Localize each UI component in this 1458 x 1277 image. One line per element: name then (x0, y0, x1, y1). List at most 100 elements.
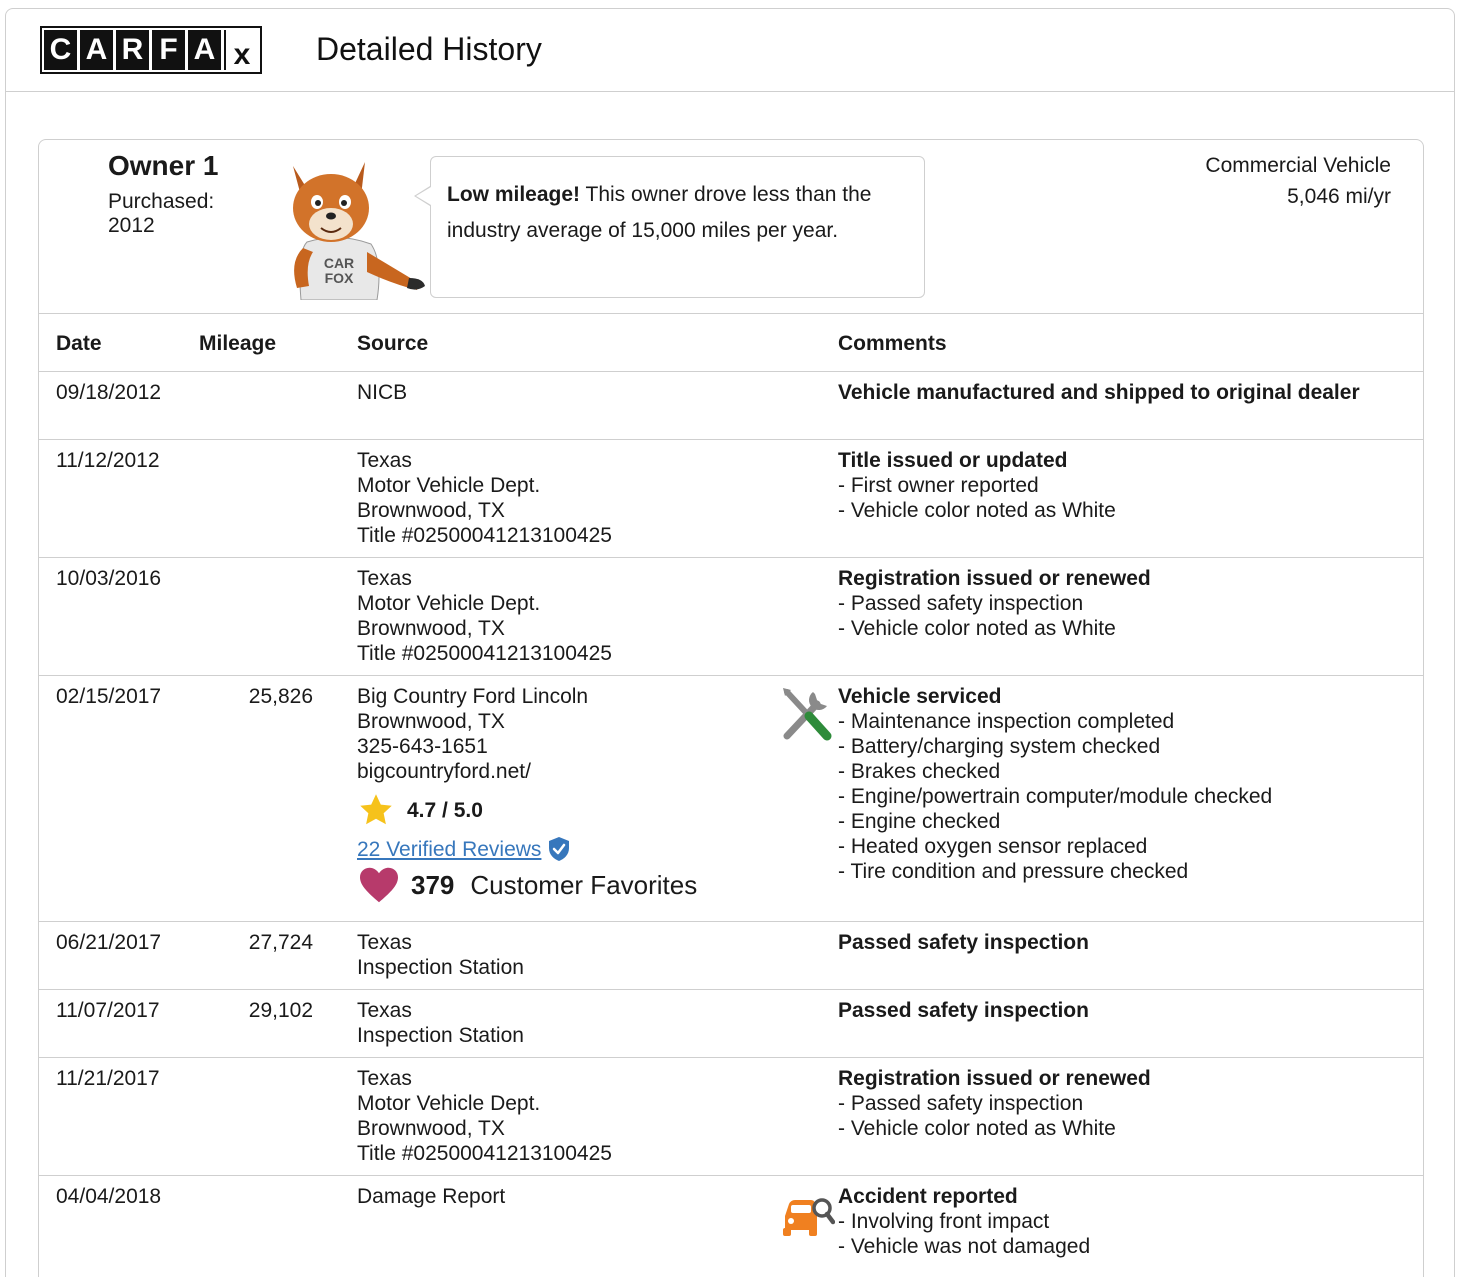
comment-head: Accident reported (838, 1185, 1018, 1208)
comment-line: - First owner reported (838, 474, 1039, 497)
table-row: 11/21/2017 Texas Motor Vehicle Dept. Bro… (39, 1058, 1423, 1176)
comment-head: Vehicle serviced (838, 685, 1002, 708)
row-source: Texas Motor Vehicle Dept. Brownwood, TX … (357, 448, 612, 548)
source-line: Texas (357, 567, 412, 590)
row-source: NICB (357, 380, 407, 405)
comment-line: - Engine checked (838, 810, 1001, 833)
row-comments: Passed safety inspection (838, 998, 1089, 1023)
source-line: Title #02500041213100425 (357, 642, 612, 665)
row-comments: Title issued or updated - First owner re… (838, 448, 1116, 523)
bubble-tail-inner (416, 187, 431, 205)
table-row: 06/21/2017 27,724 Texas Inspection Stati… (39, 922, 1423, 990)
comment-head: Passed safety inspection (838, 999, 1089, 1022)
row-source: Texas Inspection Station (357, 930, 524, 980)
low-mileage-bubble: Low mileage! This owner drove less than … (430, 156, 925, 298)
source-line: Title #02500041213100425 (357, 524, 612, 547)
history-table-header: Date Mileage Source Comments (39, 313, 1423, 372)
row-date: 06/21/2017 (56, 931, 162, 954)
owner-section: Owner 1 Purchased: 2012 CAR FOX Low mile… (38, 139, 1424, 1277)
row-date: 04/04/2018 (56, 1185, 162, 1208)
comment-line: - Vehicle was not damaged (838, 1235, 1091, 1258)
row-date: 11/12/2012 (56, 449, 160, 472)
comment-line: - Passed safety inspection (838, 1092, 1084, 1115)
table-row: 02/15/2017 25,826 Big Country Ford Linco… (39, 676, 1423, 922)
row-date: 02/15/2017 (56, 685, 162, 708)
row-comments: Registration issued or renewed - Passed … (838, 1066, 1151, 1141)
row-mileage: 29,102 (248, 999, 313, 1022)
favorites-label: Customer Favorites (470, 869, 698, 900)
comment-line: - Engine/powertrain computer/module chec… (838, 785, 1273, 808)
logo-letter: A (188, 30, 221, 70)
comment-head: Passed safety inspection (838, 931, 1089, 954)
card-header: C A R F A x Detailed History (6, 9, 1454, 92)
col-date: Date (56, 332, 102, 355)
logo-letter: x (224, 30, 258, 70)
row-source: Texas Inspection Station (357, 998, 524, 1048)
col-comments: Comments (838, 332, 947, 355)
source-line: Texas (357, 1067, 412, 1090)
row-source: Texas Motor Vehicle Dept. Brownwood, TX … (357, 1066, 612, 1166)
mileage-rate: 5,046 mi/yr (1287, 185, 1391, 208)
table-row: 09/18/2012 NICB Vehicle manufactured and… (39, 372, 1423, 440)
favorites-count: 379 (411, 869, 455, 900)
fox-shirt-text: CAR (324, 255, 354, 271)
row-date: 11/07/2017 (56, 999, 160, 1022)
source-line: Motor Vehicle Dept. (357, 592, 541, 615)
logo-letter: A (80, 30, 113, 70)
comment-line: - Tire condition and pressure checked (838, 860, 1189, 883)
source-line: Inspection Station (357, 1024, 524, 1047)
verified-reviews-link[interactable]: 22 Verified Reviews (357, 837, 541, 862)
carfax-logo: C A R F A x (40, 26, 262, 74)
comment-line: - Vehicle color noted as White (838, 617, 1116, 640)
col-mileage: Mileage (199, 332, 277, 355)
row-comments: Vehicle manufactured and shipped to orig… (838, 380, 1360, 405)
logo-letter: F (152, 30, 185, 70)
page-title: Detailed History (316, 31, 542, 67)
star-icon (360, 794, 392, 825)
table-row: 11/07/2017 29,102 Texas Inspection Stati… (39, 990, 1423, 1058)
row-source: Big Country Ford Lincoln Brownwood, TX 3… (357, 684, 697, 904)
source-line: Brownwood, TX (357, 617, 505, 640)
verified-shield-icon (549, 837, 570, 861)
comment-head: Registration issued or renewed (838, 1067, 1151, 1090)
source-line: Texas (357, 449, 412, 472)
comment-line: - Vehicle color noted as White (838, 499, 1116, 522)
table-row: 11/12/2012 Texas Motor Vehicle Dept. Bro… (39, 440, 1423, 558)
customer-favorites: 379 Customer Favorites (357, 866, 697, 904)
source-line: Brownwood, TX (357, 499, 505, 522)
table-row: 04/04/2018 Damage Report Accident report… (39, 1176, 1423, 1277)
bubble-bold: Low mileage! (447, 183, 581, 206)
vehicle-type: Commercial Vehicle (1205, 154, 1391, 177)
col-source: Source (357, 332, 429, 355)
purchased-info: Purchased: 2012 (108, 190, 258, 238)
row-comments: Vehicle serviced - Maintenance inspectio… (838, 684, 1272, 884)
source-line: Inspection Station (357, 956, 524, 979)
source-line: bigcountryford.net/ (357, 760, 531, 783)
row-source: Damage Report (357, 1184, 505, 1209)
comment-head: Vehicle manufactured and shipped to orig… (838, 381, 1360, 404)
source-line: Title #02500041213100425 (357, 1142, 612, 1165)
row-comments: Accident reported - Involving front impa… (838, 1184, 1090, 1259)
comment-line: - Heated oxygen sensor replaced (838, 835, 1148, 858)
comment-head: Title issued or updated (838, 449, 1068, 472)
rating-value: 4.7 / 5.0 (407, 798, 483, 822)
history-card: C A R F A x Detailed History Owner 1 Pur… (5, 8, 1455, 1277)
heart-icon (360, 867, 398, 903)
source-line: Brownwood, TX (357, 710, 505, 733)
comment-head: Registration issued or renewed (838, 567, 1151, 590)
purchased-year: 2012 (108, 214, 155, 237)
row-date: 10/03/2016 (56, 567, 162, 590)
comment-line: - Maintenance inspection completed (838, 710, 1175, 733)
fox-shirt-text: FOX (325, 270, 354, 286)
reviews-row: 22 Verified Reviews (357, 836, 697, 862)
purchased-label: Purchased: (108, 190, 215, 213)
source-line: NICB (357, 381, 408, 404)
comment-line: - Brakes checked (838, 760, 1001, 783)
table-row: 10/03/2016 Texas Motor Vehicle Dept. Bro… (39, 558, 1423, 676)
accident-car-icon (783, 1198, 835, 1236)
comment-line: - Battery/charging system checked (838, 735, 1161, 758)
source-line: Damage Report (357, 1185, 506, 1208)
source-line: Brownwood, TX (357, 1117, 505, 1140)
owner-name: Owner 1 (108, 150, 219, 181)
comment-line: - Involving front impact (838, 1210, 1050, 1233)
